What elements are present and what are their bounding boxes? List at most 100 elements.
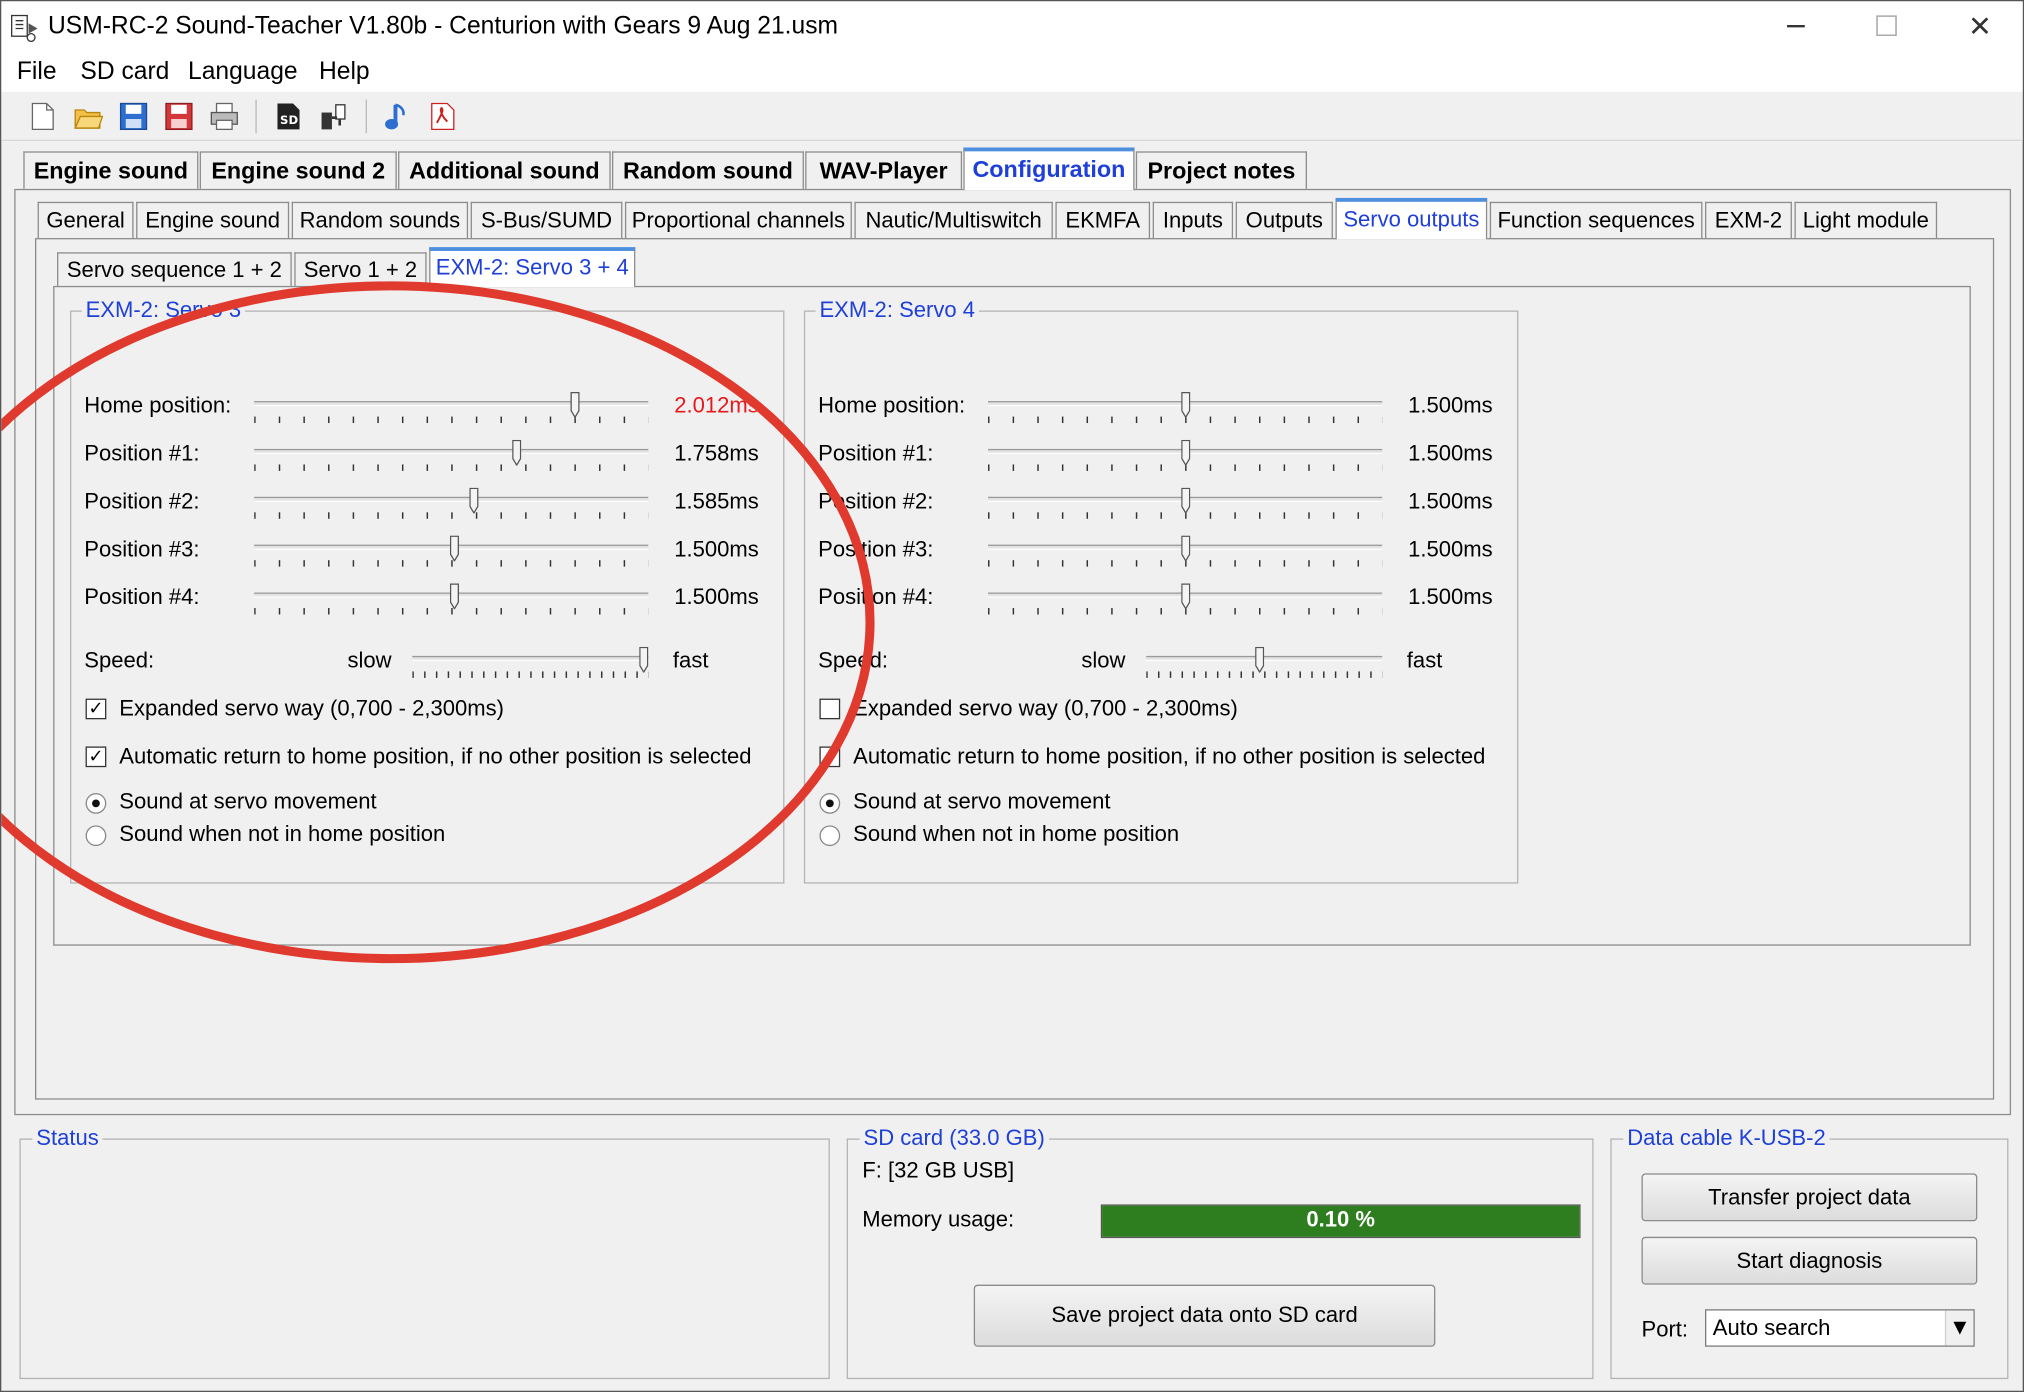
radio-button[interactable] — [819, 825, 841, 847]
tab-engine-sound[interactable]: Engine sound — [23, 151, 199, 189]
tab-servo-1-2[interactable]: Servo 1 + 2 — [294, 252, 427, 288]
menu-language[interactable]: Language — [188, 58, 298, 86]
slider-thumb[interactable] — [469, 487, 479, 514]
port-label: Port: — [1641, 1316, 1689, 1342]
slider-label: Position #3: — [818, 536, 934, 562]
slider-value: 1.500ms — [674, 584, 759, 610]
checkbox[interactable] — [819, 746, 841, 768]
tab-function-sequences[interactable]: Function sequences — [1489, 201, 1703, 240]
new-file-icon[interactable] — [26, 100, 60, 134]
save-icon[interactable] — [117, 100, 151, 134]
tab-exm2-servo-3-4[interactable]: EXM-2: Servo 3 + 4 — [429, 247, 636, 288]
start-diagnosis-button[interactable]: Start diagnosis — [1641, 1236, 1978, 1285]
radio-label: Sound at servo movement — [119, 789, 377, 814]
save-onto-sd-button[interactable]: Save project data onto SD card — [973, 1284, 1436, 1347]
radio-button[interactable] — [819, 793, 841, 814]
slider-value: 1.500ms — [1408, 393, 1493, 418]
tab-light-module[interactable]: Light module — [1794, 201, 1938, 240]
slider-value: 2.012ms — [674, 393, 759, 418]
radio-label: Sound at servo movement — [853, 789, 1111, 814]
application-window: USM-RC-2 Sound-Teacher V1.80b - Centurio… — [0, 0, 2024, 1392]
slider-thumb[interactable] — [1181, 487, 1191, 514]
tab-sbus-sumd[interactable]: S-Bus/SUMD — [470, 201, 623, 240]
tab-proportional-channels[interactable]: Proportional channels — [624, 201, 852, 240]
speed-label: Speed: — [84, 648, 155, 673]
menu-help[interactable]: Help — [319, 58, 370, 86]
speed-slider-track[interactable] — [412, 655, 649, 662]
pdf-icon[interactable] — [425, 100, 459, 134]
slider-value: 1.500ms — [1408, 441, 1493, 466]
speed-slider-thumb[interactable] — [639, 646, 649, 673]
speed-slider-thumb[interactable] — [1255, 646, 1265, 673]
slider-label: Position #1: — [84, 441, 200, 466]
tab-engine-sound-2[interactable]: Engine sound 2 — [199, 151, 397, 189]
sd-card-title: SD card (33.0 GB) — [859, 1125, 1049, 1152]
speed-label: Speed: — [818, 648, 889, 673]
checkbox[interactable]: ✓ — [85, 746, 107, 768]
radio-button[interactable] — [85, 825, 107, 847]
title-bar: USM-RC-2 Sound-Teacher V1.80b - Centurio… — [1, 1, 2023, 56]
maximize-button[interactable]: ☐ — [1857, 9, 1917, 48]
slider-label: Home position: — [818, 393, 966, 418]
tab-inputs[interactable]: Inputs — [1152, 201, 1234, 240]
open-folder-icon[interactable] — [71, 100, 105, 134]
status-group — [19, 1138, 830, 1380]
slider-thumb[interactable] — [1181, 535, 1191, 562]
transfer-project-data-button[interactable]: Transfer project data — [1641, 1173, 1978, 1222]
radio-label: Sound when not in home position — [119, 821, 446, 847]
tab-ekmfa[interactable]: EKMFA — [1055, 201, 1151, 240]
slider-thumb[interactable] — [1181, 583, 1191, 610]
slider-label: Position #1: — [818, 441, 934, 466]
slider-label: Position #2: — [84, 489, 200, 514]
tab-random-sounds[interactable]: Random sounds — [291, 201, 469, 240]
sd-card-icon[interactable]: SD — [271, 100, 305, 134]
slider-track[interactable] — [254, 401, 649, 407]
radio-label: Sound when not in home position — [853, 821, 1180, 847]
transfer-icon[interactable] — [316, 100, 350, 134]
tab-project-notes[interactable]: Project notes — [1135, 151, 1307, 189]
slider-thumb[interactable] — [449, 535, 459, 562]
menu-sd-card[interactable]: SD card — [80, 58, 169, 86]
tab-servo-sequence[interactable]: Servo sequence 1 + 2 — [57, 252, 292, 288]
tab-configuration[interactable]: Configuration — [963, 147, 1135, 191]
slider-thumb[interactable] — [512, 439, 522, 466]
slider-track[interactable] — [254, 496, 649, 502]
slider-value: 1.500ms — [1408, 584, 1493, 610]
speed-slider-ticks — [412, 671, 649, 678]
menu-file[interactable]: File — [17, 58, 57, 86]
minimize-button[interactable]: ─ — [1766, 9, 1826, 48]
slider-label: Position #2: — [818, 489, 934, 514]
slider-ticks — [254, 464, 649, 471]
tab-wav-player[interactable]: WAV-Player — [805, 151, 963, 189]
tab-exm-2[interactable]: EXM-2 — [1705, 201, 1792, 240]
tab-nautic-multiswitch[interactable]: Nautic/Multiswitch — [854, 201, 1053, 240]
tab-random-sound[interactable]: Random sound — [611, 151, 804, 189]
status-title: Status — [32, 1125, 103, 1152]
music-note-icon[interactable] — [380, 100, 414, 134]
tab-general[interactable]: General — [37, 201, 134, 240]
slider-thumb[interactable] — [1181, 391, 1191, 418]
checkbox[interactable]: ✓ — [85, 698, 107, 720]
slider-track[interactable] — [254, 448, 649, 455]
slider-thumb[interactable] — [570, 391, 580, 418]
checkbox[interactable] — [819, 698, 841, 720]
memory-usage-bar: 0.10 % — [1100, 1204, 1581, 1239]
port-select[interactable]: Auto search ▼ — [1705, 1309, 1975, 1347]
toolbar-separator — [365, 99, 367, 134]
slider-label: Home position: — [84, 393, 232, 418]
close-button[interactable]: ✕ — [1950, 9, 2010, 48]
slider-ticks — [254, 512, 649, 519]
print-icon[interactable] — [207, 100, 241, 134]
tab-outputs[interactable]: Outputs — [1235, 201, 1333, 240]
tab-config-engine-sound[interactable]: Engine sound — [136, 201, 290, 240]
slider-thumb[interactable] — [449, 583, 459, 610]
radio-button[interactable] — [85, 793, 107, 814]
servo-group-title: EXM-2: Servo 4 — [815, 297, 979, 324]
svg-text:SD: SD — [280, 113, 298, 127]
tab-servo-outputs[interactable]: Servo outputs — [1335, 197, 1488, 240]
chevron-down-icon[interactable]: ▼ — [1944, 1310, 1974, 1346]
slider-thumb[interactable] — [1181, 439, 1191, 466]
slider-ticks — [254, 416, 649, 424]
tab-additional-sound[interactable]: Additional sound — [398, 151, 611, 189]
save-as-icon[interactable] — [162, 100, 196, 134]
